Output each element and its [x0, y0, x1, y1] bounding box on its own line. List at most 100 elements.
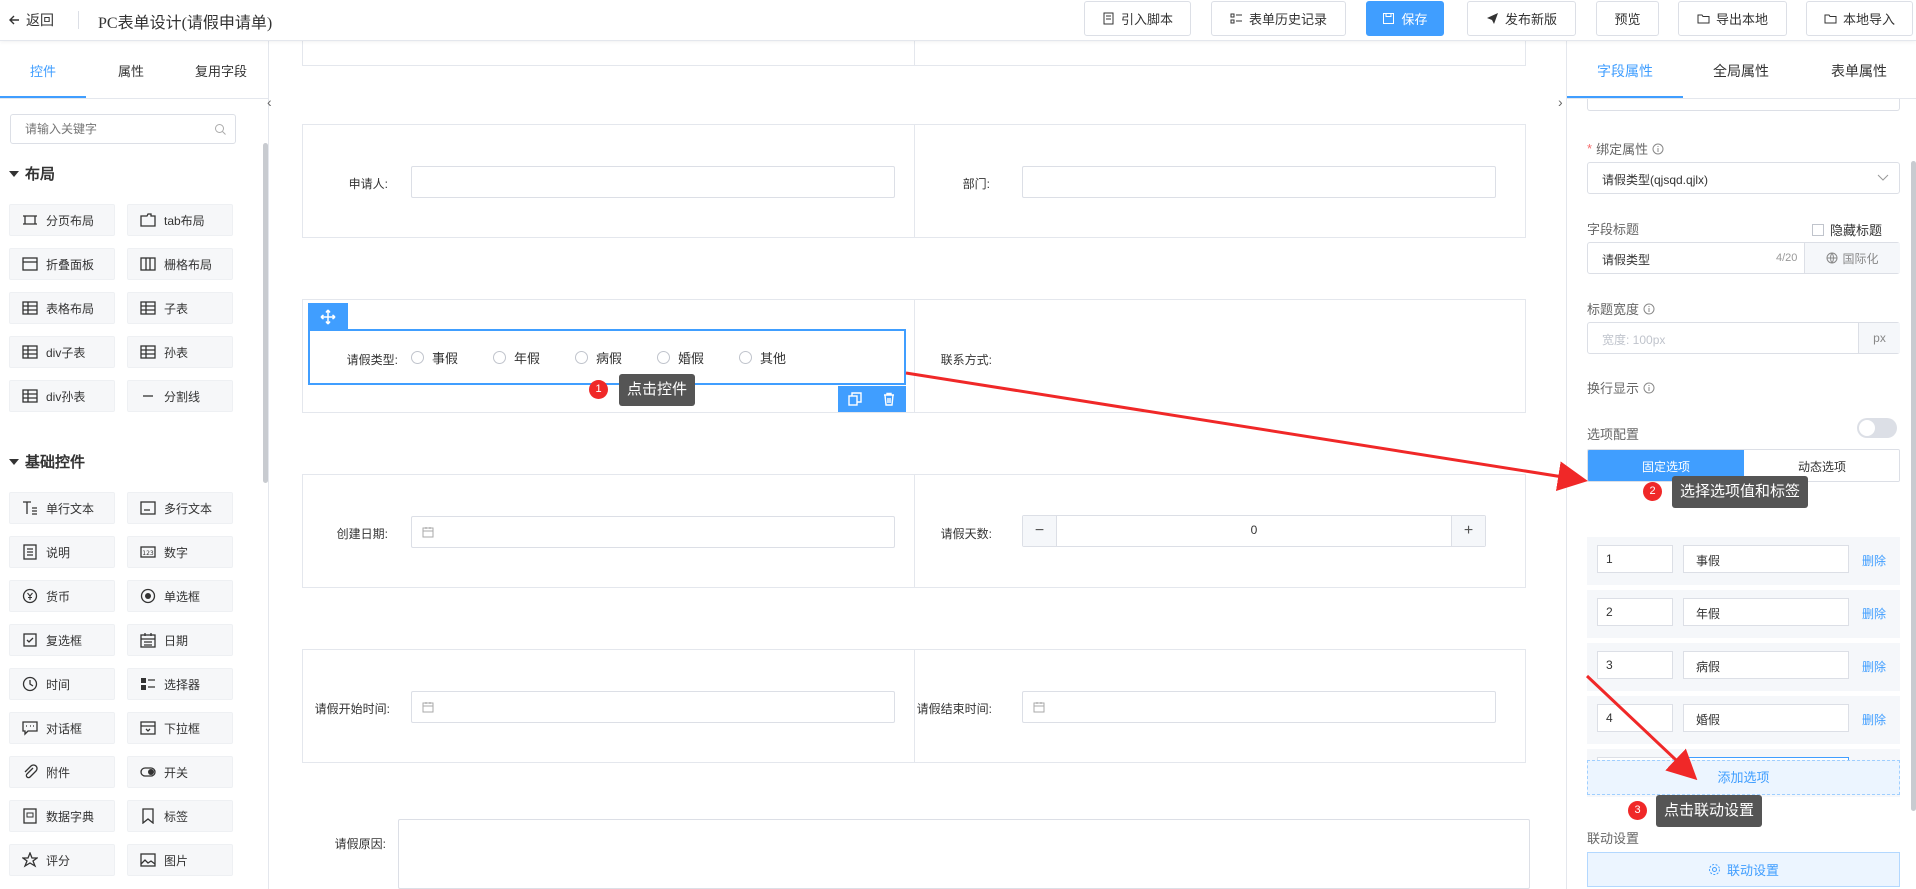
widget-basic-2[interactable]: 说明 [9, 536, 115, 568]
widget-label: 栅格布局 [164, 257, 213, 272]
widget-basic-7[interactable]: 日期 [127, 624, 233, 656]
department-input[interactable] [1022, 166, 1496, 198]
option-value-input[interactable]: 2 [1597, 598, 1673, 626]
title-width-input[interactable]: 宽度: 100px px [1587, 322, 1900, 354]
i18n-button[interactable]: 国际化 [1804, 243, 1900, 273]
search-input[interactable] [25, 115, 215, 143]
page-title: PC表单设计(请假申请单) [98, 15, 273, 32]
layout-section-title[interactable]: 布局 [9, 163, 55, 184]
widget-layout-2[interactable]: 折叠面板 [9, 248, 115, 280]
radio-circle[interactable] [739, 351, 752, 364]
delete-option-button[interactable]: 删除 [1862, 605, 1886, 622]
tab-properties[interactable]: 属性 [118, 61, 144, 80]
delete-option-button[interactable]: 删除 [1862, 552, 1886, 569]
widget-basic-14[interactable]: 数据字典 [9, 800, 115, 832]
widget-layout-0[interactable]: 分页布局 [9, 204, 115, 236]
left-scrollbar[interactable] [263, 143, 268, 483]
widget-layout-8[interactable]: div孙表 [9, 380, 115, 412]
import-local-button[interactable]: 本地导入 [1806, 1, 1913, 36]
widget-basic-15[interactable]: 标签 [127, 800, 233, 832]
radio-circle[interactable] [411, 351, 424, 364]
leave-type-option-4[interactable]: 婚假 [657, 348, 704, 367]
collapse-right-handle[interactable]: › [1558, 94, 1563, 110]
widget-basic-0[interactable]: 单行文本 [9, 492, 115, 524]
widget-basic-5[interactable]: 单选框 [127, 580, 233, 612]
history-button[interactable]: 表单历史记录 [1211, 1, 1346, 36]
widget-basic-3[interactable]: 123 数字 [127, 536, 233, 568]
tab-widgets[interactable]: 控件 [30, 61, 56, 80]
widget-layout-3[interactable]: 栅格布局 [127, 248, 233, 280]
leave-days-value[interactable]: 0 [1057, 523, 1451, 537]
import-script-button[interactable]: 引入脚本 [1084, 1, 1191, 36]
bind-attr-select[interactable]: 请假类型(qjsqd.qjlx) [1587, 162, 1900, 194]
linkage-settings-button[interactable]: 联动设置 [1587, 852, 1900, 887]
move-field-button[interactable] [308, 303, 348, 331]
tab-global-properties[interactable]: 全局属性 [1713, 61, 1769, 81]
step-2-tooltip: 选择选项值和标签 [1672, 476, 1809, 508]
leave-type-option-2[interactable]: 年假 [493, 348, 540, 367]
end-time-input[interactable] [1022, 691, 1496, 723]
tab-reuse-fields[interactable]: 复用字段 [195, 61, 247, 80]
radio-circle[interactable] [575, 351, 588, 364]
save-button[interactable]: 保存 [1366, 1, 1444, 36]
option-value-input[interactable]: 4 [1597, 704, 1673, 732]
checkbox-box[interactable] [1812, 223, 1824, 236]
option-value-input[interactable]: 3 [1597, 651, 1673, 679]
widget-basic-1[interactable]: 多行文本 [127, 492, 233, 524]
widget-basic-9[interactable]: 选择器 [127, 668, 233, 700]
radio-circle[interactable] [493, 351, 506, 364]
preview-button[interactable]: 预览 [1596, 1, 1659, 36]
delete-option-button[interactable]: 删除 [1862, 711, 1886, 728]
widget-layout-1[interactable]: tab布局 [127, 204, 233, 236]
widget-layout-7[interactable]: 孙表 [127, 336, 233, 368]
widget-basic-17[interactable]: 图片 [127, 844, 233, 876]
option-value-input[interactable]: 1 [1597, 545, 1673, 573]
widget-basic-13[interactable]: 开关 [127, 756, 233, 788]
radio-circle[interactable] [657, 351, 670, 364]
widget-basic-11[interactable]: 下拉框 [127, 712, 233, 744]
hide-title-checkbox[interactable]: 隐藏标题 [1812, 220, 1882, 239]
widget-basic-8[interactable]: 时间 [9, 668, 115, 700]
collapse-left-handle[interactable]: ‹ [267, 94, 272, 110]
option-label-input[interactable]: 婚假 [1683, 704, 1849, 732]
previous-field-input[interactable] [1587, 99, 1900, 111]
right-scrollbar[interactable] [1911, 161, 1916, 811]
leave-type-option-1[interactable]: 事假 [411, 348, 458, 367]
reason-textarea[interactable] [398, 819, 1530, 889]
widget-basic-4[interactable]: 货币 [9, 580, 115, 612]
layout-section-label: 布局 [25, 166, 56, 183]
publish-button[interactable]: 发布新版 [1467, 1, 1576, 36]
delete-option-button[interactable]: 删除 [1862, 658, 1886, 675]
wrap-toggle[interactable] [1857, 418, 1897, 438]
applicant-input[interactable] [411, 166, 895, 198]
add-option-button[interactable]: 添加选项 [1587, 760, 1900, 795]
tab-form-properties[interactable]: 表单属性 [1831, 61, 1887, 81]
tab-field-properties[interactable]: 字段属性 [1597, 61, 1653, 81]
widget-layout-4[interactable]: 表格布局 [9, 292, 115, 324]
import-script-label: 引入脚本 [1120, 12, 1173, 27]
basic-section-title[interactable]: 基础控件 [9, 451, 85, 472]
widget-basic-16[interactable]: 评分 [9, 844, 115, 876]
option-label-input[interactable]: 病假 [1683, 651, 1849, 679]
widget-layout-9[interactable]: 分割线 [127, 380, 233, 412]
widget-basic-12[interactable]: 附件 [9, 756, 115, 788]
leave-type-option-3[interactable]: 病假 [575, 348, 622, 367]
required-mark: * [1587, 141, 1593, 156]
widget-layout-5[interactable]: 子表 [127, 292, 233, 324]
leave-type-option-5[interactable]: 其他 [739, 348, 786, 367]
start-time-input[interactable] [411, 691, 895, 723]
decrement-button[interactable]: − [1023, 516, 1057, 546]
widget-basic-10[interactable]: 对话框 [9, 712, 115, 744]
widget-layout-6[interactable]: div子表 [9, 336, 115, 368]
field-title-input[interactable]: 请假类型 4/20 国际化 [1587, 242, 1900, 274]
create-date-input[interactable] [411, 516, 895, 548]
switch-icon [140, 767, 156, 777]
increment-button[interactable]: + [1451, 516, 1485, 546]
option-label-input[interactable]: 事假 [1683, 545, 1849, 573]
export-local-button[interactable]: 导出本地 [1678, 1, 1787, 36]
trash-icon[interactable] [882, 392, 896, 406]
back-button[interactable]: 返回 [8, 10, 54, 30]
widget-basic-6[interactable]: 复选框 [9, 624, 115, 656]
copy-icon[interactable] [848, 392, 862, 406]
option-label-input[interactable]: 年假 [1683, 598, 1849, 626]
